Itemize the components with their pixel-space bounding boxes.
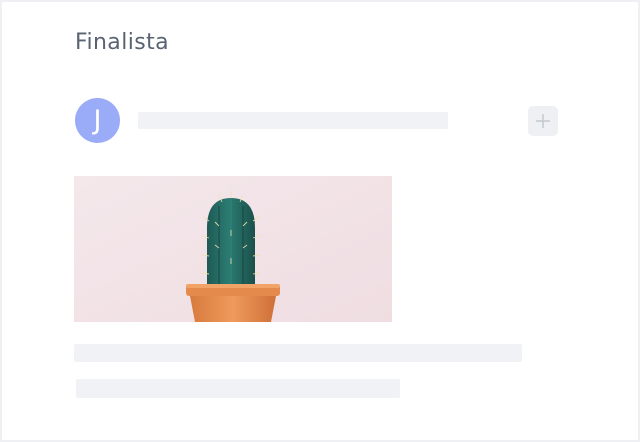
plus-icon <box>536 114 550 128</box>
post-image[interactable] <box>74 176 392 322</box>
avatar[interactable]: J <box>75 98 120 143</box>
card-title: Finalista <box>75 30 169 55</box>
text-placeholder-line <box>74 344 522 362</box>
add-button[interactable] <box>528 106 558 136</box>
text-placeholder-line <box>76 379 400 398</box>
cactus-image <box>74 176 392 322</box>
post-card: Finalista J <box>0 0 640 442</box>
author-name-placeholder <box>138 112 448 129</box>
